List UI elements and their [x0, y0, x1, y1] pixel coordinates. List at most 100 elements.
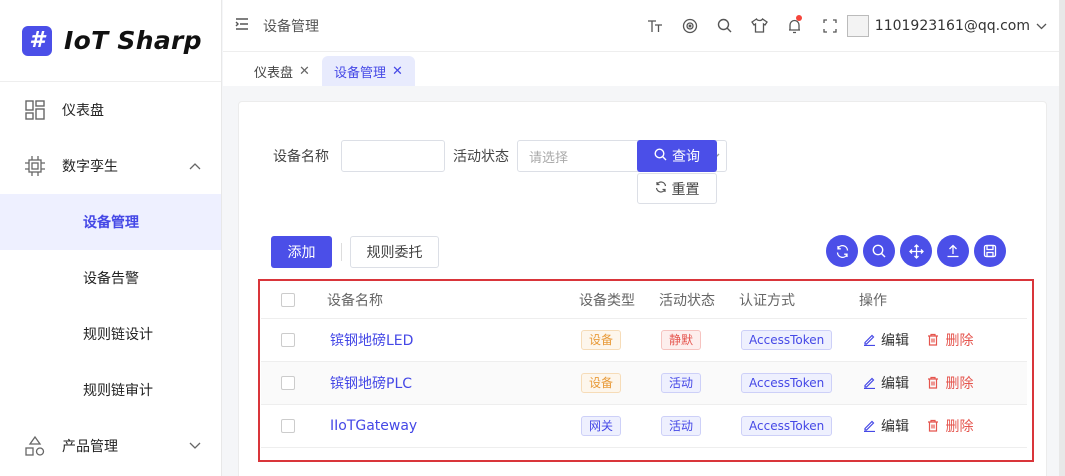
- table-row: IIoTGateway 网关 活动 AccessToken 编辑 删除: [261, 405, 1027, 448]
- save-icon[interactable]: [974, 235, 1006, 267]
- sidebar-item-product-management[interactable]: 产品管理: [0, 418, 221, 474]
- trash-icon: [928, 420, 939, 432]
- logo-mark-icon: #: [22, 25, 52, 56]
- device-name-label: 设备名称: [273, 149, 329, 165]
- sidebar-item-label: 仪表盘: [62, 103, 104, 119]
- sidebar-item-device-alarm[interactable]: 设备告警: [0, 250, 221, 306]
- delete-button[interactable]: 删除: [927, 330, 973, 350]
- row-checkbox[interactable]: [281, 376, 295, 390]
- app-name: IoT Sharp: [64, 26, 202, 55]
- table-row: 镔钢地磅PLC 设备 活动 AccessToken 编辑 删除: [261, 362, 1027, 405]
- sidebar-item-rule-chain-audit[interactable]: 规则链审计: [0, 362, 221, 418]
- bell-icon[interactable]: [777, 11, 812, 41]
- sidebar-item-label: 设备管理: [83, 215, 139, 231]
- move-icon[interactable]: [900, 235, 932, 267]
- refresh-icon[interactable]: [826, 235, 858, 267]
- select-all-checkbox[interactable]: [281, 293, 295, 307]
- sidebar-item-label: 规则链设计: [83, 327, 153, 343]
- search-icon[interactable]: [863, 235, 895, 267]
- logo[interactable]: # IoT Sharp: [0, 0, 221, 82]
- user-menu[interactable]: 1101923161@qq.com: [846, 14, 1047, 37]
- close-icon[interactable]: ✕: [299, 64, 310, 79]
- column-header[interactable]: 认证方式: [739, 290, 859, 310]
- tab-device-management[interactable]: 设备管理 ✕: [322, 56, 415, 86]
- column-header[interactable]: 活动状态: [659, 290, 739, 310]
- device-type-tag: 网关: [581, 416, 622, 436]
- edit-button[interactable]: 编辑: [863, 330, 909, 350]
- device-name-link[interactable]: IIoTGateway: [327, 418, 417, 434]
- refresh-icon: [655, 180, 667, 197]
- edit-button[interactable]: 编辑: [863, 416, 909, 436]
- shirt-icon[interactable]: [742, 11, 777, 41]
- status-tag: 活动: [661, 416, 702, 436]
- add-button[interactable]: 添加: [271, 236, 332, 268]
- sidebar-item-label: 数字孪生: [62, 159, 118, 175]
- reset-button[interactable]: 重置: [637, 173, 717, 204]
- dashboard-icon: [24, 99, 46, 121]
- device-name-link[interactable]: 镔钢地磅LED: [327, 333, 413, 349]
- notification-dot: [796, 14, 802, 21]
- chevron-up-icon: [189, 159, 201, 173]
- sidebar-item-device-management[interactable]: 设备管理: [0, 194, 221, 250]
- chip-icon: [24, 155, 46, 177]
- fullscreen-icon[interactable]: [812, 11, 847, 41]
- auth-tag: AccessToken: [741, 416, 833, 436]
- sidebar-item-label: 设备告警: [83, 271, 139, 287]
- upload-icon[interactable]: [937, 235, 969, 267]
- query-label: 查询: [672, 149, 700, 165]
- row-checkbox[interactable]: [281, 419, 295, 433]
- device-type-tag: 设备: [581, 330, 622, 350]
- content-card: 设备名称 活动状态 请选择 查询 重置 添加 规则委托 设备名称 设备类型 活动…: [238, 101, 1047, 476]
- row-checkbox[interactable]: [281, 333, 295, 347]
- shapes-icon: [24, 435, 46, 457]
- window-edge: [1059, 0, 1065, 476]
- query-button[interactable]: 查询: [637, 140, 717, 172]
- top-header: 设备管理 1101923161@qq.com: [223, 0, 1065, 52]
- close-icon[interactable]: ✕: [392, 64, 403, 79]
- column-header[interactable]: 设备名称: [327, 290, 579, 310]
- device-type-tag: 设备: [581, 373, 622, 393]
- table-row: 镔钢地磅LED 设备 静默 AccessToken 编辑 删除: [261, 319, 1027, 362]
- auth-tag: AccessToken: [741, 330, 833, 350]
- menu-collapse-icon[interactable]: [235, 17, 251, 34]
- sidebar-item-rule-chain-design[interactable]: 规则链设计: [0, 306, 221, 362]
- tab-label: 仪表盘: [254, 65, 294, 81]
- avatar: [846, 14, 869, 37]
- column-header[interactable]: 设备类型: [579, 290, 659, 310]
- sidebar: # IoT Sharp 仪表盘 数字孪生 设备管理 设备告警 规则链设计 规则链…: [0, 0, 222, 476]
- status-tag: 活动: [661, 373, 702, 393]
- delete-button[interactable]: 删除: [927, 373, 973, 393]
- auth-tag: AccessToken: [741, 373, 833, 393]
- target-icon[interactable]: [672, 11, 707, 41]
- divider: [341, 243, 342, 261]
- sidebar-item-dashboard[interactable]: 仪表盘: [0, 82, 221, 138]
- search-icon: [654, 147, 667, 165]
- device-table: 设备名称 设备类型 活动状态 认证方式 操作 镔钢地磅LED 设备 静默 Acc…: [261, 282, 1027, 448]
- search-icon[interactable]: [707, 11, 742, 41]
- status-tag: 静默: [661, 330, 702, 350]
- table-header: 设备名称 设备类型 活动状态 认证方式 操作: [261, 282, 1027, 319]
- edit-button[interactable]: 编辑: [863, 373, 909, 393]
- status-label: 活动状态: [453, 149, 509, 165]
- user-email: 1101923161@qq.com: [874, 17, 1030, 34]
- chevron-down-icon: [189, 439, 201, 453]
- sidebar-item-digital-twin[interactable]: 数字孪生: [0, 138, 221, 194]
- breadcrumb: 设备管理: [263, 18, 319, 35]
- tab-label: 设备管理: [334, 65, 387, 81]
- reset-label: 重置: [671, 181, 700, 198]
- status-placeholder: 请选择: [529, 150, 569, 166]
- device-name-link[interactable]: 镔钢地磅PLC: [327, 376, 412, 392]
- trash-icon: [928, 334, 939, 346]
- column-header: 操作: [859, 293, 887, 309]
- rule-delegate-button[interactable]: 规则委托: [350, 236, 439, 268]
- delete-button[interactable]: 删除: [927, 416, 973, 436]
- device-name-input[interactable]: [341, 140, 445, 172]
- font-size-icon[interactable]: [637, 11, 672, 41]
- sidebar-item-label: 产品管理: [62, 439, 118, 455]
- table-tools: [826, 235, 1006, 267]
- tab-dashboard[interactable]: 仪表盘 ✕: [242, 56, 322, 86]
- chevron-down-icon: [1036, 18, 1047, 34]
- sidebar-item-label: 规则链审计: [83, 383, 153, 399]
- trash-icon: [928, 377, 939, 389]
- tab-bar: 仪表盘 ✕ 设备管理 ✕: [223, 52, 1065, 86]
